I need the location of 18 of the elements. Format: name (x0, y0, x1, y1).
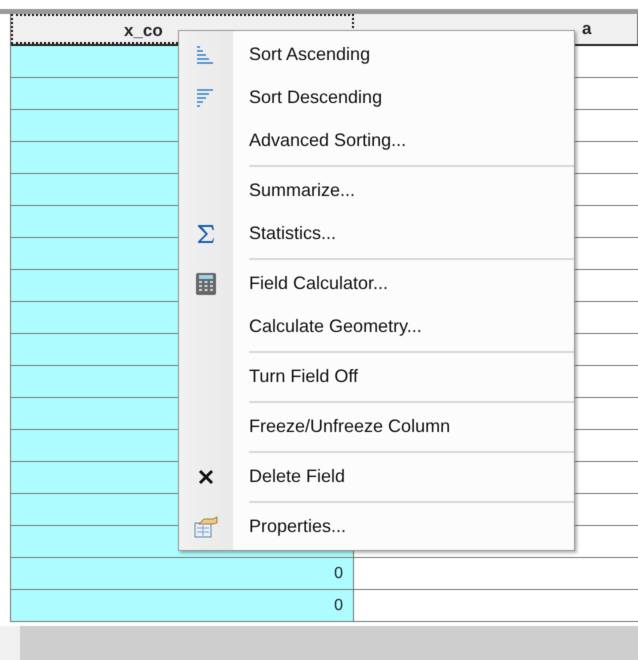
menu-item[interactable]: Delete Field (179, 455, 574, 498)
menu-item[interactable]: Properties... (179, 505, 574, 548)
menu-item[interactable]: Freeze/Unfreeze Column (179, 405, 574, 448)
horizontal-scrollbar[interactable] (20, 626, 638, 660)
menu-item[interactable]: Calculate Geometry... (179, 305, 574, 348)
close-icon (197, 468, 215, 486)
sigma-icon (195, 222, 217, 244)
properties-icon (193, 514, 219, 538)
menu-item[interactable]: Advanced Sorting... (179, 119, 574, 162)
menu-item[interactable]: Turn Field Off (179, 355, 574, 398)
scrollbar-corner (0, 626, 20, 660)
table-cell: 0 (11, 558, 354, 589)
menu-item[interactable]: Summarize... (179, 169, 574, 212)
menu-item[interactable]: Field Calculator... (179, 262, 574, 305)
calculator-icon (195, 272, 217, 296)
menu-item[interactable]: Sort Descending (179, 76, 574, 119)
menu-item[interactable]: Statistics... (179, 212, 574, 255)
table-cell: 0 (11, 590, 354, 621)
